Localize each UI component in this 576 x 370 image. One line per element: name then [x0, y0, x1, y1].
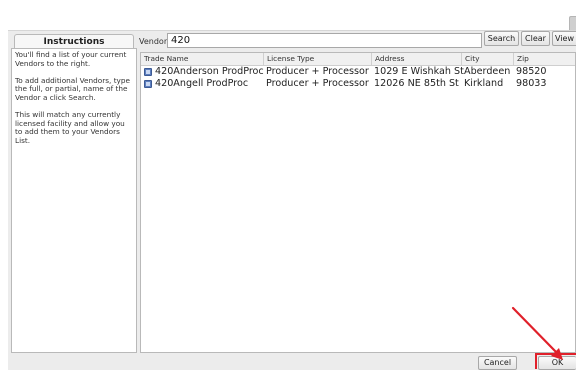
- column-header-city[interactable]: City: [462, 53, 514, 65]
- cell-license-type: Producer + Processor: [266, 66, 369, 77]
- instructions-panel: You'll find a list of your current Vendo…: [11, 48, 137, 353]
- search-button[interactable]: Search: [484, 31, 519, 46]
- column-header-address[interactable]: Address: [372, 53, 462, 65]
- table-header: Trade Name License Type Address City Zip: [141, 53, 575, 66]
- column-header-license-type[interactable]: License Type: [264, 53, 372, 65]
- view-all-button[interactable]: View A: [552, 31, 576, 46]
- ok-highlight-box: [535, 353, 576, 369]
- clear-button[interactable]: Clear: [521, 31, 550, 46]
- table-row[interactable]: 420Anderson ProdProc Producer + Processo…: [141, 66, 575, 78]
- vendor-search-input[interactable]: [167, 33, 482, 48]
- vendor-label: Vendor: [139, 37, 168, 46]
- vendor-results-table: Trade Name License Type Address City Zip…: [140, 52, 576, 353]
- cell-city: Aberdeen: [464, 66, 511, 77]
- cell-trade-name: 420Anderson ProdProc: [155, 66, 264, 77]
- facility-icon: [144, 80, 152, 88]
- table-row[interactable]: 420Angell ProdProc Producer + Processor …: [141, 78, 575, 90]
- cancel-button[interactable]: Cancel: [478, 356, 517, 370]
- instructions-paragraph: To add additional Vendors, type the full…: [15, 75, 130, 102]
- instructions-paragraph: This will match any currently licensed f…: [15, 110, 125, 145]
- cell-address: 1029 E Wishkah St: [374, 66, 464, 77]
- cell-address: 12026 NE 85th St: [374, 78, 459, 89]
- instructions-paragraph: You'll find a list of your current Vendo…: [15, 50, 127, 68]
- cell-trade-name: 420Angell ProdProc: [155, 78, 249, 89]
- cell-zip: 98033: [516, 78, 547, 89]
- cell-zip: 98520: [516, 66, 547, 77]
- instructions-tab[interactable]: Instructions: [14, 34, 134, 49]
- column-header-trade-name[interactable]: Trade Name: [141, 53, 264, 65]
- cell-license-type: Producer + Processor: [266, 78, 369, 89]
- add-vendor-dialog: Instructions You'll find a list of your …: [8, 30, 576, 370]
- column-header-zip[interactable]: Zip: [514, 53, 575, 65]
- cell-city: Kirkland: [464, 78, 504, 89]
- facility-icon: [144, 68, 152, 76]
